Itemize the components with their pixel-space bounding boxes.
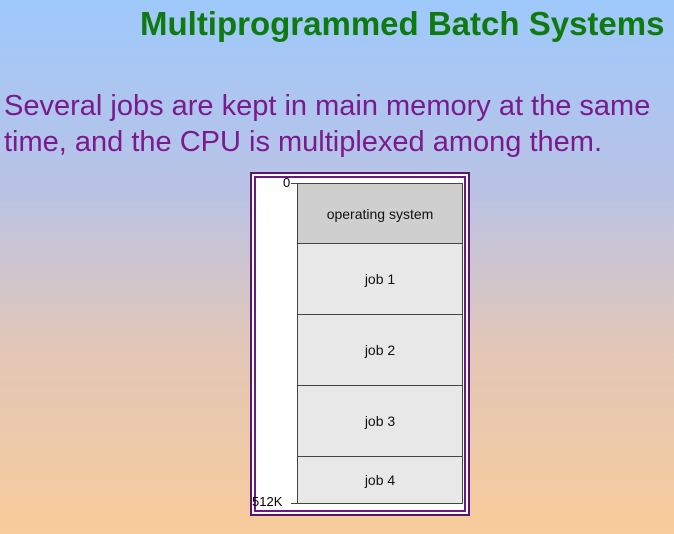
memory-segment-job-3: job 3 (297, 385, 463, 457)
memory-segment-job-1: job 1 (297, 243, 463, 315)
slide-body-text: Several jobs are kept in main memory at … (4, 88, 674, 160)
memory-segment-operating-system: operating system (297, 183, 463, 244)
segment-label: job 1 (364, 271, 396, 287)
body-line-2: time, and the CPU is multiplexed among t… (4, 126, 602, 158)
memory-start-address: 0 (283, 175, 291, 190)
segment-label: operating system (326, 205, 434, 222)
segment-label: job 3 (364, 413, 396, 429)
segment-label: job 2 (364, 342, 396, 358)
body-line-1: Several jobs are kept in main memory at … (4, 90, 651, 122)
memory-end-address: 512K (252, 494, 283, 509)
memory-segment-job-2: job 2 (297, 314, 463, 386)
slide-title: Multiprogrammed Batch Systems (140, 5, 665, 42)
segment-label: job 4 (364, 472, 396, 488)
memory-segment-job-4: job 4 (297, 456, 463, 504)
